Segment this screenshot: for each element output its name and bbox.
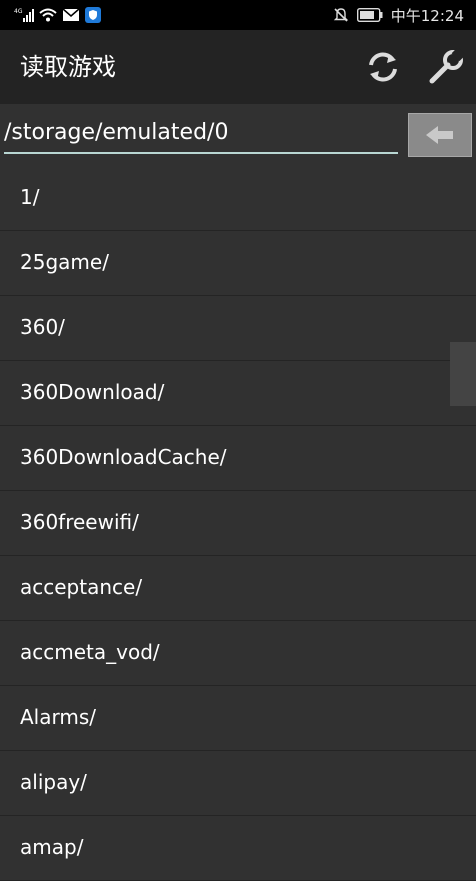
mail-icon bbox=[62, 8, 80, 21]
list-item-label: accmeta_vod/ bbox=[20, 640, 160, 664]
status-time: 中午12:24 bbox=[390, 6, 464, 25]
list-item-label: amap/ bbox=[20, 835, 84, 859]
list-item-label: 25game/ bbox=[20, 250, 109, 274]
list-item-label: 360DownloadCache/ bbox=[20, 445, 227, 469]
wifi-icon bbox=[39, 8, 57, 22]
list-item[interactable]: 360Download/ bbox=[0, 361, 476, 426]
list-item-label: 1/ bbox=[20, 185, 40, 209]
status-bar: 4G 中午12:24 bbox=[0, 0, 476, 30]
wrench-icon[interactable] bbox=[427, 48, 465, 86]
list-item[interactable]: 360DownloadCache/ bbox=[0, 426, 476, 491]
network-label: 4G bbox=[14, 8, 23, 15]
battery-icon bbox=[356, 8, 383, 22]
list-item-label: 360freewifi/ bbox=[20, 510, 139, 534]
list-item-label: 360/ bbox=[20, 315, 65, 339]
path-bar: /storage/emulated/0 bbox=[0, 104, 476, 166]
list-item[interactable]: 360freewifi/ bbox=[0, 491, 476, 556]
list-item[interactable]: 1/ bbox=[0, 166, 476, 231]
list-item[interactable]: 360/ bbox=[0, 296, 476, 361]
list-item-label: alipay/ bbox=[20, 770, 87, 794]
list-item-label: acceptance/ bbox=[20, 575, 143, 599]
list-item-label: Alarms/ bbox=[20, 705, 97, 729]
shield-icon bbox=[85, 7, 101, 23]
list-item[interactable]: 25game/ bbox=[0, 231, 476, 296]
status-left-icons: 4G bbox=[14, 5, 101, 25]
signal-icon: 4G bbox=[14, 8, 34, 22]
scrollbar-thumb[interactable] bbox=[450, 342, 476, 406]
file-list: 1/ 25game/ 360/ 360Download/ 360Download… bbox=[0, 166, 476, 881]
refresh-icon[interactable] bbox=[364, 48, 402, 86]
mute-bell-icon bbox=[333, 8, 348, 22]
status-right-icons: 中午12:24 bbox=[333, 5, 464, 25]
list-item[interactable]: accmeta_vod/ bbox=[0, 621, 476, 686]
list-item-label: 360Download/ bbox=[20, 380, 165, 404]
list-item[interactable]: alipay/ bbox=[0, 751, 476, 816]
app-bar: 读取游戏 bbox=[0, 30, 476, 104]
list-item[interactable]: acceptance/ bbox=[0, 556, 476, 621]
arrow-left-icon bbox=[426, 126, 453, 144]
page-title: 读取游戏 bbox=[20, 53, 116, 81]
back-button[interactable] bbox=[408, 113, 472, 157]
path-input-underline bbox=[4, 152, 398, 154]
path-input[interactable]: /storage/emulated/0 bbox=[4, 118, 228, 148]
list-item[interactable]: Alarms/ bbox=[0, 686, 476, 751]
